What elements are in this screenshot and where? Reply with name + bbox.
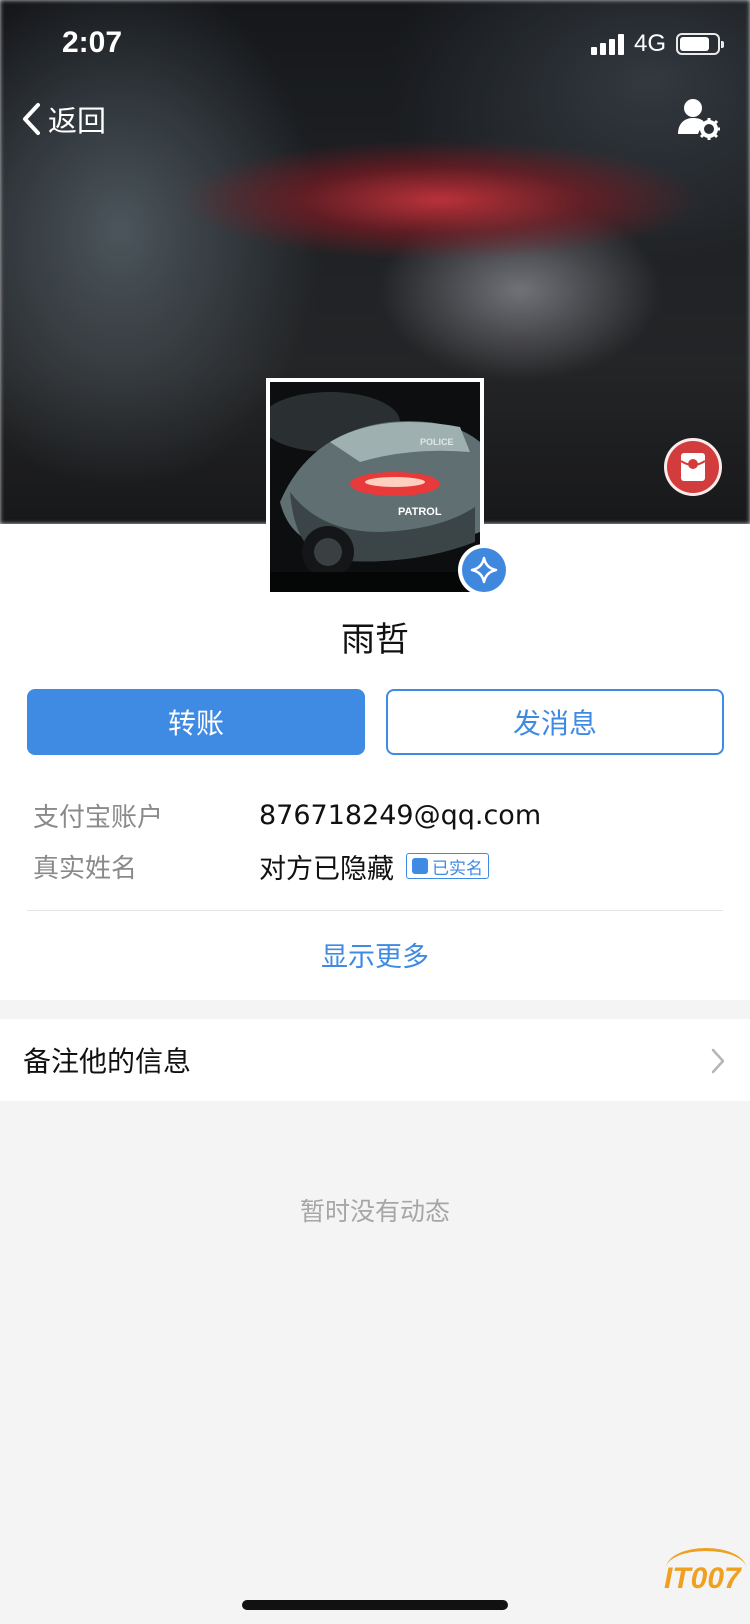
account-row: 支付宝账户 876718249@qq.com — [33, 795, 541, 835]
realname-value: 对方已隐藏 — [259, 853, 394, 885]
status-time: 2:07 — [62, 26, 123, 59]
user-settings-icon — [678, 99, 720, 140]
user-settings-button[interactable] — [676, 96, 720, 142]
back-button[interactable]: 返回 — [20, 96, 106, 142]
verified-badge[interactable] — [458, 544, 510, 596]
network-type: 4G — [633, 30, 666, 57]
avatar-image: PATROL POLICE — [270, 382, 480, 592]
account-value[interactable]: 876718249@qq.com — [259, 800, 541, 831]
send-message-button[interactable]: 发消息 — [386, 689, 724, 755]
profile-name: 雨哲 — [341, 620, 409, 660]
red-packet-button[interactable] — [664, 438, 722, 496]
remark-label: 备注他的信息 — [23, 1045, 192, 1078]
feed-empty-text: 暂时没有动态 — [299, 1197, 450, 1226]
id-card-icon — [412, 858, 428, 874]
verified-star-icon — [462, 548, 506, 592]
divider — [27, 910, 723, 911]
realname-verified-tag: 已实名 — [406, 853, 489, 879]
status-indicators: 4G — [590, 30, 724, 58]
realname-tag-label: 已实名 — [432, 858, 483, 879]
watermark-logo: IT007 — [664, 1562, 741, 1595]
show-more-link[interactable]: 显示更多 — [0, 935, 750, 974]
chevron-right-icon — [711, 1048, 725, 1074]
transfer-button[interactable]: 转账 — [27, 689, 365, 755]
chevron-left-icon — [23, 103, 40, 135]
status-bar: 2:07 4G — [0, 0, 750, 88]
battery-icon — [676, 33, 724, 55]
account-label: 支付宝账户 — [33, 802, 164, 833]
svg-text:POLICE: POLICE — [420, 437, 454, 447]
avatar[interactable]: PATROL POLICE — [266, 378, 484, 596]
avatar-plate-text: PATROL — [398, 506, 442, 518]
home-indicator[interactable] — [242, 1600, 508, 1610]
remark-row[interactable]: 备注他的信息 — [0, 1019, 750, 1101]
realname-label: 真实姓名 — [33, 853, 138, 884]
red-packet-icon — [680, 453, 706, 481]
signal-icon — [590, 33, 624, 55]
back-label: 返回 — [48, 104, 107, 138]
realname-row: 真实姓名 对方已隐藏 已实名 — [33, 846, 489, 886]
